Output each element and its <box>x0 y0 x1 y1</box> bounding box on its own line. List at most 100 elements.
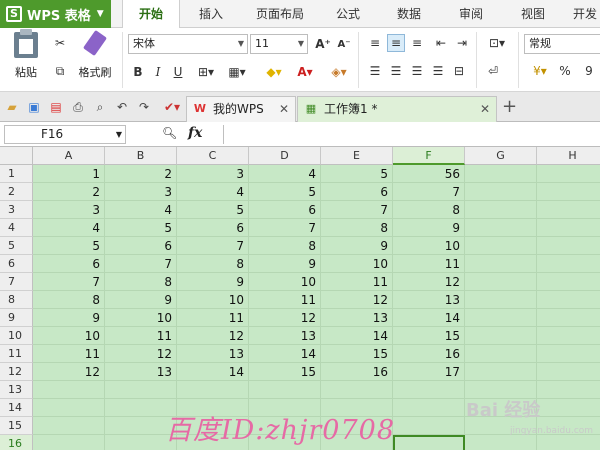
cell-d13[interactable] <box>249 381 321 399</box>
borders-icon[interactable]: ⊞▾ <box>194 62 218 82</box>
row-header-8[interactable]: 8 <box>0 291 33 309</box>
cell-b3[interactable]: 4 <box>105 201 177 219</box>
cell-f2[interactable]: 7 <box>393 183 465 201</box>
cell-a3[interactable]: 3 <box>33 201 105 219</box>
cell-a5[interactable]: 5 <box>33 237 105 255</box>
cell-a15[interactable] <box>33 417 105 435</box>
tab-home[interactable]: 开始 <box>122 0 180 29</box>
cell-a2[interactable]: 2 <box>33 183 105 201</box>
tab-my-wps[interactable]: W 我的WPS ✕ <box>186 96 296 122</box>
align-center-icon[interactable]: ☰ <box>387 62 405 80</box>
cell-b8[interactable]: 9 <box>105 291 177 309</box>
cell-h12[interactable] <box>537 363 600 381</box>
cell-b11[interactable]: 12 <box>105 345 177 363</box>
increase-font-icon[interactable]: A⁺ <box>314 34 332 54</box>
justify-icon[interactable]: ☰ <box>429 62 447 80</box>
row-header-13[interactable]: 13 <box>0 381 33 399</box>
cell-b1[interactable]: 2 <box>105 165 177 183</box>
cell-c4[interactable]: 6 <box>177 219 249 237</box>
name-box[interactable]: F16 ▼ <box>4 125 126 144</box>
cell-b4[interactable]: 5 <box>105 219 177 237</box>
cell-c3[interactable]: 5 <box>177 201 249 219</box>
cell-e2[interactable]: 6 <box>321 183 393 201</box>
cell-b7[interactable]: 8 <box>105 273 177 291</box>
cell-g4[interactable] <box>465 219 537 237</box>
tab-view[interactable]: 视图 <box>510 0 556 28</box>
cell-b13[interactable] <box>105 381 177 399</box>
cell-d3[interactable]: 6 <box>249 201 321 219</box>
cut-icon[interactable]: ✂ <box>50 34 70 52</box>
cell-h14[interactable] <box>537 399 600 417</box>
tab-page-layout[interactable]: 页面布局 <box>248 0 312 28</box>
column-header-e[interactable]: E <box>321 147 393 165</box>
align-left-icon[interactable]: ☰ <box>366 62 384 80</box>
cell-h9[interactable] <box>537 309 600 327</box>
cell-d2[interactable]: 5 <box>249 183 321 201</box>
cell-e7[interactable]: 11 <box>321 273 393 291</box>
cell-a8[interactable]: 8 <box>33 291 105 309</box>
distributed-icon[interactable]: ⊟ <box>450 62 468 80</box>
decrease-font-icon[interactable]: A⁻ <box>335 34 353 54</box>
cell-c9[interactable]: 11 <box>177 309 249 327</box>
cell-g2[interactable] <box>465 183 537 201</box>
cell-a7[interactable]: 7 <box>33 273 105 291</box>
row-header-15[interactable]: 15 <box>0 417 33 435</box>
cell-f13[interactable] <box>393 381 465 399</box>
align-right-icon[interactable]: ☰ <box>408 62 426 80</box>
cell-d5[interactable]: 8 <box>249 237 321 255</box>
cell-f1[interactable]: 56 <box>393 165 465 183</box>
currency-icon[interactable]: ¥▾ <box>526 62 554 80</box>
cell-b5[interactable]: 6 <box>105 237 177 255</box>
cell-e6[interactable]: 10 <box>321 255 393 273</box>
cell-f15[interactable] <box>393 417 465 435</box>
row-header-16[interactable]: 16 <box>0 435 33 450</box>
cell-g12[interactable] <box>465 363 537 381</box>
cell-c13[interactable] <box>177 381 249 399</box>
cell-f4[interactable]: 9 <box>393 219 465 237</box>
column-header-f[interactable]: F <box>393 147 465 165</box>
cell-a10[interactable]: 10 <box>33 327 105 345</box>
cell-d4[interactable]: 7 <box>249 219 321 237</box>
cell-c12[interactable]: 14 <box>177 363 249 381</box>
cell-a14[interactable] <box>33 399 105 417</box>
undo-icon[interactable]: ↶ <box>114 99 130 115</box>
cell-e4[interactable]: 8 <box>321 219 393 237</box>
cell-e5[interactable]: 9 <box>321 237 393 255</box>
cell-g6[interactable] <box>465 255 537 273</box>
row-header-2[interactable]: 2 <box>0 183 33 201</box>
cell-g11[interactable] <box>465 345 537 363</box>
cell-a12[interactable]: 12 <box>33 363 105 381</box>
cell-f10[interactable]: 15 <box>393 327 465 345</box>
cell-a6[interactable]: 6 <box>33 255 105 273</box>
cell-c7[interactable]: 9 <box>177 273 249 291</box>
tab-data[interactable]: 数据 <box>386 0 432 28</box>
close-icon[interactable]: ✕ <box>279 97 289 121</box>
row-header-7[interactable]: 7 <box>0 273 33 291</box>
row-header-3[interactable]: 3 <box>0 201 33 219</box>
italic-button[interactable]: I <box>150 62 166 82</box>
row-header-5[interactable]: 5 <box>0 237 33 255</box>
clear-format-icon[interactable]: ◈▾ <box>326 62 352 82</box>
cell-g3[interactable] <box>465 201 537 219</box>
export-pdf-icon[interactable]: ▤ <box>48 99 64 115</box>
cell-b12[interactable]: 13 <box>105 363 177 381</box>
cell-b2[interactable]: 3 <box>105 183 177 201</box>
indent-increase-icon[interactable]: ⇥ <box>453 34 471 52</box>
cell-c10[interactable]: 12 <box>177 327 249 345</box>
cell-f3[interactable]: 8 <box>393 201 465 219</box>
tab-insert[interactable]: 插入 <box>188 0 234 28</box>
cell-f11[interactable]: 16 <box>393 345 465 363</box>
cell-a4[interactable]: 4 <box>33 219 105 237</box>
cell-g5[interactable] <box>465 237 537 255</box>
cell-g16[interactable] <box>465 435 537 450</box>
tab-formulas[interactable]: 公式 <box>325 0 371 28</box>
insert-function-button[interactable]: fx <box>188 125 202 141</box>
wrap-text-icon[interactable]: ⏎ <box>482 62 504 80</box>
cell-f9[interactable]: 14 <box>393 309 465 327</box>
cell-h1[interactable] <box>537 165 600 183</box>
cell-e3[interactable]: 7 <box>321 201 393 219</box>
cell-d10[interactable]: 13 <box>249 327 321 345</box>
cell-g9[interactable] <box>465 309 537 327</box>
row-header-14[interactable]: 14 <box>0 399 33 417</box>
cell-c1[interactable]: 3 <box>177 165 249 183</box>
